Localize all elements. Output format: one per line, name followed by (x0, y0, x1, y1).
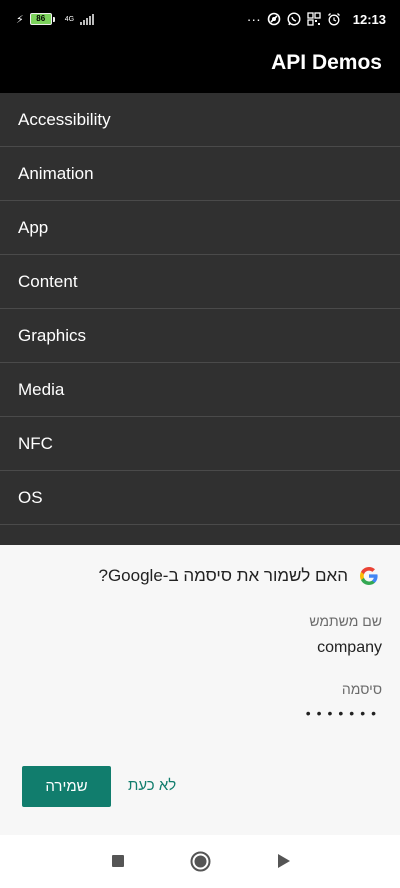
whatsapp-icon (287, 12, 301, 26)
username-label: שם משתמש (309, 613, 382, 629)
data-saver-icon (267, 12, 281, 26)
not-now-button[interactable]: לא כעת (122, 776, 182, 795)
username-value: company (317, 639, 382, 656)
app-title: API Demos (271, 51, 382, 74)
status-bar: ⚡ 86 4G ··· 12:13 (0, 0, 400, 38)
list-item-accessibility[interactable]: Accessibility (0, 93, 400, 147)
qr-code-icon (307, 12, 321, 26)
network-type: 4G (64, 15, 75, 23)
clock-time: 12:13 (352, 11, 386, 27)
charging-bolt-icon: ⚡ (16, 13, 24, 26)
save-password-sheet: האם לשמור את סיסמה ב-Google? שם משתמש co… (0, 545, 400, 835)
google-logo-icon (358, 565, 380, 587)
battery-icon: 86 (29, 13, 55, 25)
list-item-media[interactable]: Media (0, 363, 400, 417)
password-value: ••••••• (305, 705, 382, 721)
list-item-nfc[interactable]: NFC (0, 417, 400, 471)
navigation-bar (0, 835, 400, 888)
list-item-animation[interactable]: Animation (0, 147, 400, 201)
list-item-graphics[interactable]: Graphics (0, 309, 400, 363)
api-demos-list: Accessibility Animation App Content Grap… (0, 93, 400, 525)
list-item-content[interactable]: Content (0, 255, 400, 309)
password-label: סיסמה (341, 681, 382, 697)
signal-strength-icon (80, 13, 95, 25)
home-circle-icon[interactable] (190, 851, 211, 872)
list-item-os[interactable]: OS (0, 471, 400, 525)
app-bar: API Demos (0, 38, 400, 93)
list-item-app[interactable]: App (0, 201, 400, 255)
battery-level: 86 (29, 13, 52, 25)
more-notifications-icon: ··· (246, 11, 261, 27)
square-stop-icon[interactable] (111, 854, 125, 868)
sheet-title: האם לשמור את סיסמה ב-Google? (98, 566, 348, 585)
sheet-header: האם לשמור את סיסמה ב-Google? (98, 565, 380, 587)
alarm-clock-icon (327, 13, 340, 26)
back-triangle-icon[interactable] (277, 853, 291, 869)
status-right: ··· 12:13 (247, 11, 386, 27)
save-button[interactable]: שמירה (22, 766, 111, 807)
status-left: ⚡ 86 4G (16, 13, 95, 26)
